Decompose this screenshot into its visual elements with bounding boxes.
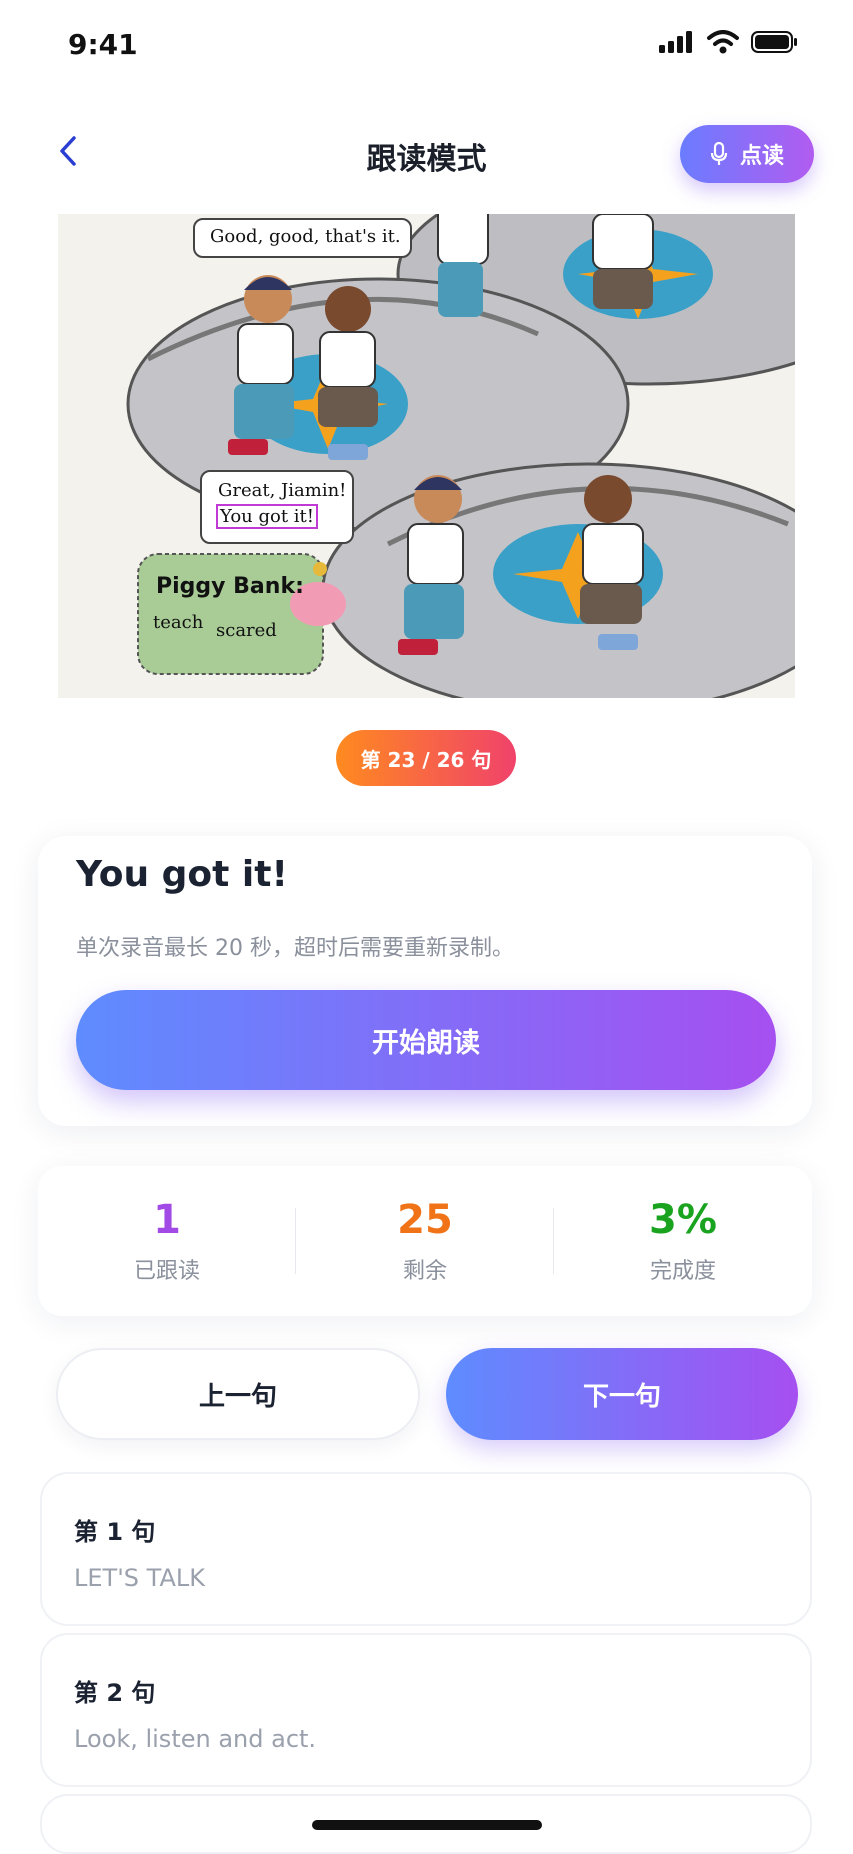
speech-bubble-1-text: Good, good, that's it.	[210, 226, 401, 247]
stat-completion-label: 完成度	[649, 1259, 716, 1284]
sentence-list-item[interactable]: 第 1 句 LET'S TALK	[40, 1472, 812, 1626]
read-mode-label: 点读	[739, 144, 784, 169]
battery-icon	[751, 31, 797, 53]
current-sentence-text: You got it!	[76, 854, 288, 895]
home-indicator[interactable]	[312, 1820, 542, 1830]
stat-read: 1 已跟读	[38, 1166, 296, 1316]
piggy-word-1: teach	[153, 612, 204, 633]
speech-bubble-2-line1: Great, Jiamin!	[218, 480, 347, 501]
status-time: 9:41	[68, 28, 138, 61]
stats-panel: 1 已跟读 25 剩余 3% 完成度	[38, 1166, 812, 1316]
speech-bubble-2-line2[interactable]: You got it!	[216, 504, 319, 529]
microphone-icon	[710, 142, 728, 165]
stat-remaining: 25 剩余	[296, 1166, 554, 1316]
next-sentence-button[interactable]: 下一句	[446, 1348, 798, 1440]
previous-sentence-button[interactable]: 上一句	[56, 1348, 420, 1440]
stat-read-value: 1	[153, 1197, 181, 1243]
status-icons	[659, 30, 799, 54]
start-reading-button[interactable]: 开始朗读	[76, 990, 776, 1090]
wifi-icon	[707, 30, 739, 54]
stat-remaining-value: 25	[397, 1197, 453, 1243]
piggy-bank-title: Piggy Bank:	[156, 574, 304, 599]
read-mode-button[interactable]: 点读	[680, 125, 814, 183]
sentence-list-item[interactable]: 第 2 句 Look, listen and act.	[40, 1633, 812, 1787]
sentence-progress-badge: 第 23 / 26 句	[336, 730, 516, 786]
recording-hint: 单次录音最长 20 秒，超时后需要重新录制。	[76, 936, 514, 961]
sentence-number: 第 1 句	[74, 1518, 156, 1546]
stat-read-label: 已跟读	[133, 1259, 200, 1284]
stat-remaining-label: 剩余	[402, 1259, 447, 1284]
piggy-word-2: scared	[216, 620, 277, 641]
sentence-preview: LET'S TALK	[74, 1564, 205, 1592]
signal-icon	[659, 31, 692, 53]
stat-completion-value: 3%	[649, 1197, 717, 1243]
lesson-illustration[interactable]: Good, good, that's it. Great, Jiamin! Yo…	[58, 214, 795, 698]
sentence-preview: Look, listen and act.	[74, 1725, 317, 1753]
stat-completion: 3% 完成度	[554, 1166, 812, 1316]
sentence-number: 第 2 句	[74, 1679, 156, 1707]
